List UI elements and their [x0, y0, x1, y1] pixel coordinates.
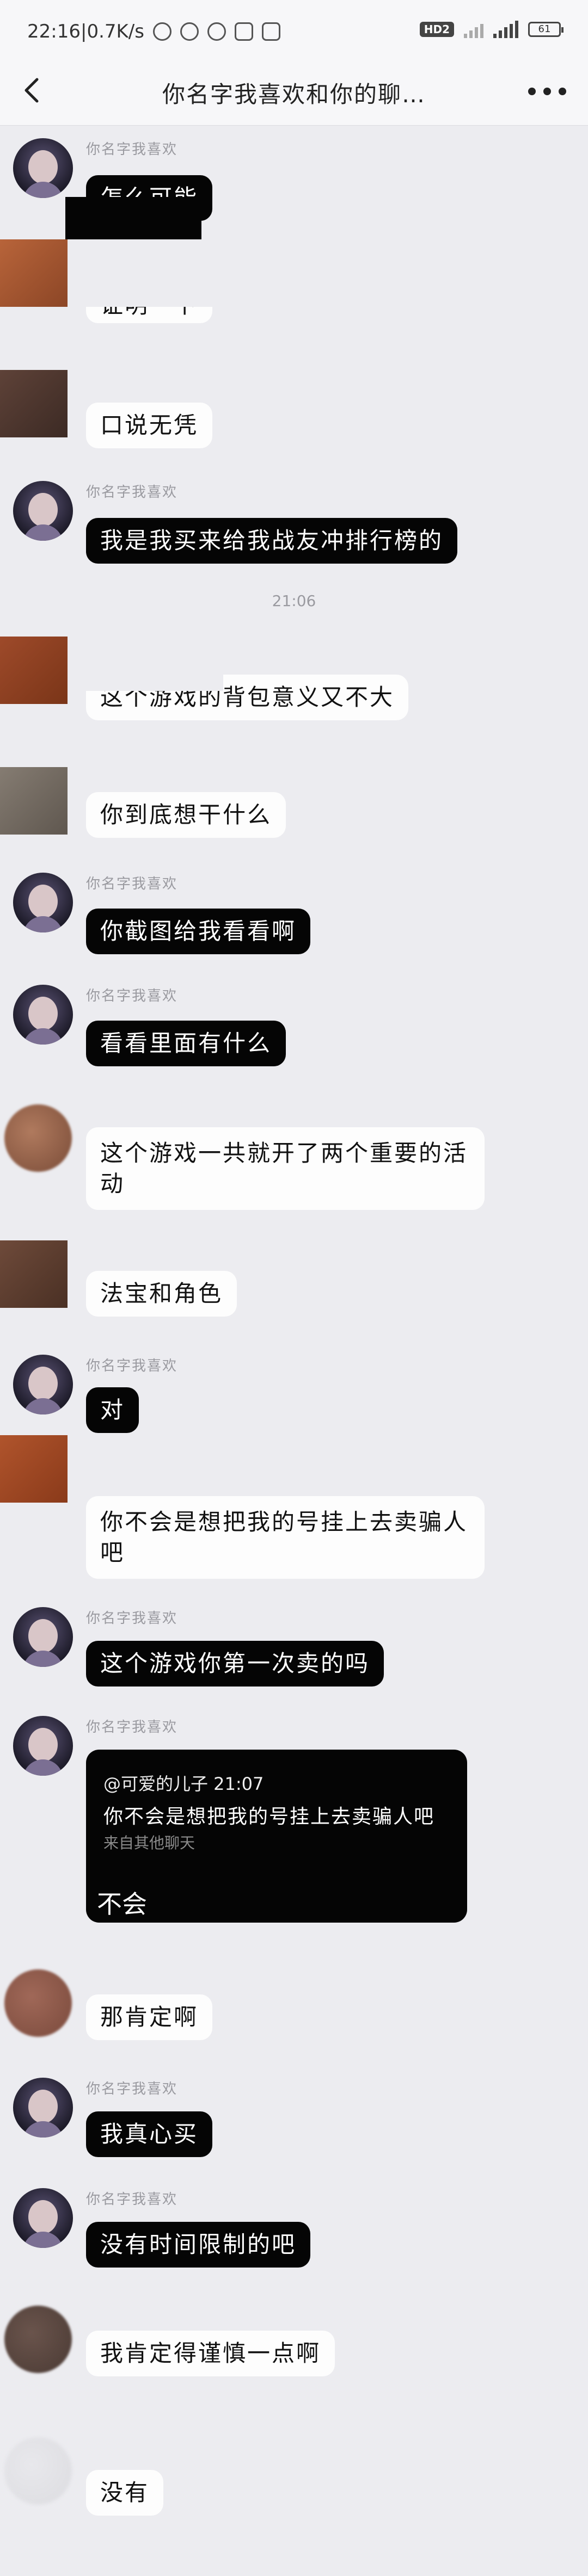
avatar[interactable] [0, 239, 68, 307]
message-bubble[interactable]: 口说无凭 [86, 403, 213, 448]
message-row: 口说无凭 [0, 370, 588, 457]
avatar[interactable] [0, 767, 68, 835]
quote-text: 你不会是想把我的号挂上去卖骗人吧 [103, 1806, 435, 1828]
sender-nickname: 你名字我喜欢 [86, 2081, 178, 2097]
message-row: 法宝和角色 [0, 1240, 588, 1327]
message-bubble[interactable]: 这个游戏你第一次卖的吗 [86, 1641, 384, 1687]
message-row: 没有 [0, 2437, 588, 2535]
status-bar: 22:16|0.7K/s HD2 61 [0, 0, 588, 60]
redaction-block [65, 197, 201, 239]
message-bubble[interactable]: 我是我买来给我战友冲排行榜的 [86, 518, 458, 564]
message-row: 你名字我喜欢 这个游戏你第一次卖的吗 [0, 1599, 588, 1697]
message-row: 这个游戏一共就开了两个重要的活动 [0, 1104, 588, 1219]
status-right: HD2 61 [419, 21, 564, 38]
sender-nickname: 你名字我喜欢 [86, 1719, 178, 1735]
message-bubble[interactable]: 没有 [86, 2470, 164, 2516]
message-bubble[interactable]: 没有时间限制的吧 [86, 2222, 311, 2268]
sender-nickname: 你名字我喜欢 [86, 876, 178, 892]
more-dot-icon [543, 88, 551, 95]
message-row: 那肯定啊 [0, 1969, 588, 2056]
status-left: 22:16|0.7K/s [27, 21, 280, 42]
message-bubble[interactable]: 法宝和角色 [86, 1271, 237, 1317]
avatar[interactable] [13, 985, 73, 1045]
message-row: 你不会是想把我的号挂上去卖骗人吧 [0, 1435, 588, 1582]
avatar[interactable] [0, 1435, 68, 1503]
sender-nickname: 你名字我喜欢 [86, 141, 178, 158]
message-row: 你到底想干什么 [0, 767, 588, 854]
avatar[interactable] [4, 2306, 72, 2373]
avatar[interactable] [13, 1355, 73, 1414]
message-row: 你名字我喜欢 你截图给我看看啊 [0, 865, 588, 963]
avatar[interactable] [4, 1969, 72, 2037]
avatar[interactable] [13, 2188, 73, 2248]
message-row: 你名字我喜欢 我真心买 [0, 2070, 588, 2168]
sender-nickname: 你名字我喜欢 [86, 484, 178, 501]
reply-message-card[interactable]: @可爱的儿子 21:07 你不会是想把我的号挂上去卖骗人吧 来自其他聊天 不会 [86, 1750, 467, 1923]
avatar[interactable] [0, 1240, 68, 1308]
more-dot-icon [528, 88, 536, 95]
message-bubble[interactable]: 你截图给我看看啊 [86, 909, 311, 954]
message-bubble[interactable]: 你到底想干什么 [86, 792, 286, 838]
avatar[interactable] [13, 138, 73, 198]
reply-text: 不会 [97, 1889, 147, 1919]
time-separator: 21:06 [272, 592, 316, 610]
message-row: 你名字我喜欢 我是我买来给我战友冲排行榜的 [0, 473, 588, 582]
message-row: 你名字我喜欢 @可爱的儿子 21:07 你不会是想把我的号挂上去卖骗人吧 来自其… [0, 1708, 588, 1931]
message-row: 你名字我喜欢 对 [0, 1347, 588, 1445]
message-bubble[interactable]: 我真心买 [86, 2111, 213, 2157]
avatar[interactable] [13, 481, 73, 541]
app-notification-icon [207, 22, 226, 41]
message-bubble[interactable]: 看看里面有什么 [86, 1021, 286, 1066]
avatar[interactable] [13, 873, 73, 932]
avatar[interactable] [0, 370, 68, 437]
alarm-icon [180, 22, 199, 41]
battery-icon: 61 [528, 22, 564, 37]
chat-title: 你名字我喜欢和你的聊… [162, 81, 426, 108]
avatar[interactable] [4, 1104, 72, 1172]
camera-notification-icon [261, 22, 280, 41]
chat-header: 你名字我喜欢和你的聊… [0, 60, 588, 126]
avatar[interactable] [13, 2078, 73, 2138]
message-bubble[interactable]: 这个游戏一共就开了两个重要的活动 [86, 1127, 485, 1210]
redaction-block [82, 283, 212, 307]
message-row: 你名字我喜欢 看看里面有什么 [0, 977, 588, 1075]
message-row: 证明一下 [0, 239, 588, 323]
sender-nickname: 你名字我喜欢 [86, 1610, 178, 1627]
redaction-block [82, 667, 223, 691]
message-bubble[interactable]: 对 [86, 1387, 139, 1433]
hd-badge: HD2 [419, 22, 454, 37]
avatar[interactable] [13, 1607, 73, 1667]
quote-author: @可爱的儿子 21:07 [103, 1774, 264, 1794]
message-row: 你名字我喜欢 没有时间限制的吧 [0, 2180, 588, 2278]
message-bubble[interactable]: 我肯定得谨慎一点啊 [86, 2331, 335, 2376]
avatar[interactable] [4, 2437, 72, 2505]
message-bubble[interactable]: 你不会是想把我的号挂上去卖骗人吧 [86, 1496, 485, 1579]
sender-nickname: 你名字我喜欢 [86, 988, 178, 1004]
avatar[interactable] [13, 1716, 73, 1776]
quote-source: 来自其他聊天 [103, 1834, 195, 1852]
message-bubble[interactable]: 那肯定啊 [86, 1994, 213, 2040]
more-dot-icon [559, 88, 566, 95]
message-row: 我肯定得谨慎一点啊 [0, 2306, 588, 2404]
avatar[interactable] [0, 637, 68, 704]
mute-icon [152, 22, 171, 41]
status-time-speed: 22:16|0.7K/s [27, 21, 144, 42]
message-notification-icon [234, 22, 253, 41]
signal-icon-2 [493, 21, 518, 38]
more-options-button[interactable] [528, 81, 566, 102]
sender-nickname: 你名字我喜欢 [86, 1358, 178, 1374]
sender-nickname: 你名字我喜欢 [86, 2191, 178, 2208]
signal-icon-1 [464, 21, 483, 38]
